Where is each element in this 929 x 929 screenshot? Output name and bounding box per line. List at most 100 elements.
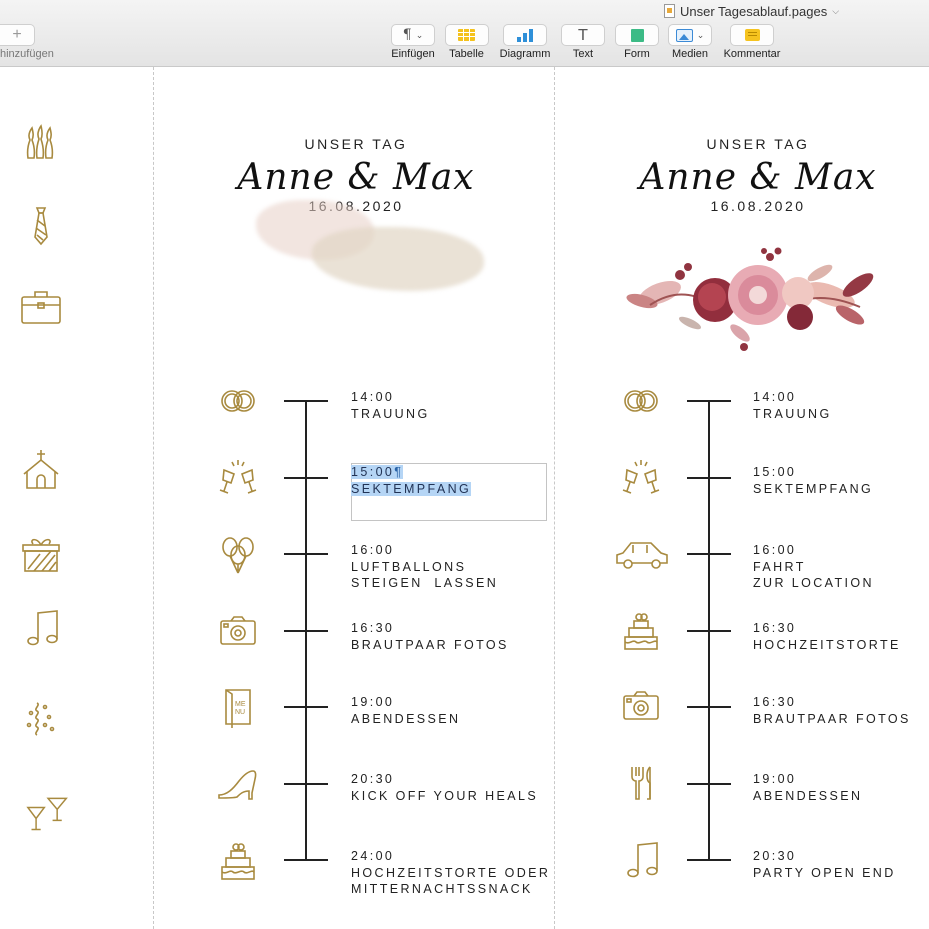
insert-tool[interactable]: ¶ ⌄ Einfügen <box>390 24 436 60</box>
table-tool[interactable]: Tabelle <box>444 24 489 60</box>
entry-title-line2: ZUR LOCATION <box>753 576 874 590</box>
cutlery-icon[interactable] <box>619 761 663 805</box>
svg-text:ME: ME <box>235 701 246 708</box>
insert-button[interactable]: ¶ ⌄ <box>391 24 435 46</box>
entry-title: SEKTEMPFANG <box>753 481 874 496</box>
comment-button[interactable] <box>730 24 774 46</box>
shape-label: Form <box>624 48 650 60</box>
entry-title: HOCHZEITSTORTE ODER <box>351 865 551 880</box>
comment-label: Kommentar <box>723 48 781 60</box>
right-entry-5[interactable]: 16:30 BRAUTPAAR FOTOS <box>753 694 911 727</box>
cocktail-glasses-icon[interactable] <box>26 791 70 835</box>
right-entry-1[interactable]: 14:00 TRAUUNG <box>753 389 832 422</box>
high-heel-icon[interactable] <box>216 761 260 805</box>
watercolor-brush-stroke-beige <box>312 227 484 291</box>
text-button[interactable]: T <box>561 24 605 46</box>
champagne-toast-icon[interactable] <box>216 454 260 498</box>
cake-icon[interactable] <box>619 609 663 653</box>
entry-time: 20:30 <box>351 772 395 786</box>
camera-icon[interactable] <box>216 609 260 653</box>
bowling-pins-icon[interactable] <box>19 122 63 166</box>
left-entry-7[interactable]: 24:00 HOCHZEITSTORTE ODER MITTERNACHTSSN… <box>351 848 550 898</box>
left-couple-names: Anne & Max <box>237 157 475 198</box>
shape-icon <box>630 28 644 42</box>
right-date: 16.08.2020 <box>710 198 806 214</box>
document-canvas[interactable]: UNSER TAG Anne & Max 16.08.2020 ME NU 14… <box>0 67 929 929</box>
left-entry-5[interactable]: 19:00 ABENDESSEN <box>351 694 460 727</box>
right-entry-7[interactable]: 20:30 PARTY OPEN END <box>753 848 896 881</box>
car-icon[interactable] <box>614 533 670 577</box>
rings-icon[interactable] <box>216 379 260 423</box>
chevron-down-icon: ⌄ <box>415 29 424 40</box>
entry-time: 14:00 <box>351 390 395 404</box>
entry-time: 16:00 <box>351 543 395 557</box>
left-timeline-tick <box>284 630 328 632</box>
left-timeline-tick <box>284 706 328 708</box>
left-entry-4[interactable]: 16:30 BRAUTPAAR FOTOS <box>351 620 509 653</box>
text-label: Text <box>572 48 594 60</box>
entry-time: 16:30 <box>753 695 797 709</box>
entry-title: ABENDESSEN <box>753 788 863 803</box>
comment-icon <box>744 29 760 41</box>
left-subtitle: UNSER TAG <box>304 136 408 152</box>
music-note-icon[interactable] <box>619 839 663 883</box>
plus-icon: + <box>12 26 22 43</box>
right-entry-4[interactable]: 16:30 HOCHZEITSTORTE <box>753 620 901 653</box>
balloons-icon[interactable] <box>216 533 260 577</box>
document-title[interactable]: Unser Tagesablauf.pages ⌵ <box>664 2 839 20</box>
menu-card-icon[interactable]: ME NU <box>216 684 260 728</box>
media-icon <box>675 28 693 42</box>
right-entry-3[interactable]: 16:00 FAHRT ZUR LOCATION <box>753 542 874 592</box>
add-page-button[interactable]: + <box>0 24 35 46</box>
cake-icon[interactable] <box>216 839 260 883</box>
table-label: Tabelle <box>449 48 484 60</box>
left-timeline-tick <box>284 859 328 861</box>
media-tool[interactable]: ⌄ Medien <box>668 24 712 60</box>
entry-title: ABENDESSEN <box>351 711 461 726</box>
shape-tool[interactable]: Form <box>615 24 659 60</box>
right-timeline-tick <box>687 553 731 555</box>
music-note-icon[interactable] <box>19 607 63 651</box>
media-button[interactable]: ⌄ <box>668 24 712 46</box>
entry-title-selected[interactable]: SEKTEMPFANG <box>351 481 472 496</box>
entry-title-line2: STEIGEN LASSEN <box>351 576 499 590</box>
svg-text:NU: NU <box>235 709 245 716</box>
camera-icon[interactable] <box>619 684 663 728</box>
entry-title: FAHRT <box>753 559 806 574</box>
right-couple-names: Anne & Max <box>639 157 877 198</box>
left-entry-2[interactable]: 15:00¶ SEKTEMPFANG <box>351 464 472 497</box>
left-entry-3[interactable]: 16:00 LUFTBALLONS STEIGEN LASSEN <box>351 542 498 592</box>
entry-time: 16:30 <box>753 621 797 635</box>
entry-time: 16:00 <box>753 543 797 557</box>
table-button[interactable] <box>444 24 489 46</box>
entry-time-selected[interactable]: 15:00 <box>351 465 395 479</box>
chart-button[interactable] <box>503 24 547 46</box>
rings-icon[interactable] <box>619 379 663 423</box>
chart-icon <box>517 28 533 42</box>
right-entry-6[interactable]: 19:00 ABENDESSEN <box>753 771 862 804</box>
text-tool[interactable]: T Text <box>561 24 605 60</box>
add-page-label: hinzufügen <box>0 48 54 60</box>
chevron-down-icon: ⌄ <box>696 29 705 40</box>
pages-document-icon <box>664 4 675 18</box>
suitcase-icon[interactable] <box>19 285 63 329</box>
left-entry-1[interactable]: 14:00 TRAUUNG <box>351 389 430 422</box>
confetti-icon[interactable] <box>19 695 63 739</box>
entry-time: 19:00 <box>753 772 797 786</box>
right-page-header: UNSER TAG Anne & Max 16.08.2020 <box>608 136 908 214</box>
church-icon[interactable] <box>19 448 63 492</box>
left-page-header: UNSER TAG Anne & Max 16.08.2020 <box>206 136 506 214</box>
chart-label: Diagramm <box>499 48 551 60</box>
champagne-toast-icon[interactable] <box>619 454 663 498</box>
comment-tool[interactable]: Kommentar <box>721 24 783 60</box>
left-entry-6[interactable]: 20:30 KICK OFF YOUR HEALS <box>351 771 538 804</box>
tie-icon[interactable] <box>19 204 63 248</box>
entry-title: HOCHZEITSTORTE <box>753 637 901 652</box>
floral-bouquet-illustration <box>626 247 874 351</box>
left-timeline-tick <box>284 400 328 402</box>
shape-button[interactable] <box>615 24 659 46</box>
entry-title-line2: MITTERNACHTSSNACK <box>351 882 533 896</box>
gift-icon[interactable] <box>19 533 63 577</box>
chart-tool[interactable]: Diagramm <box>497 24 553 60</box>
right-entry-2[interactable]: 15:00 SEKTEMPFANG <box>753 464 873 497</box>
